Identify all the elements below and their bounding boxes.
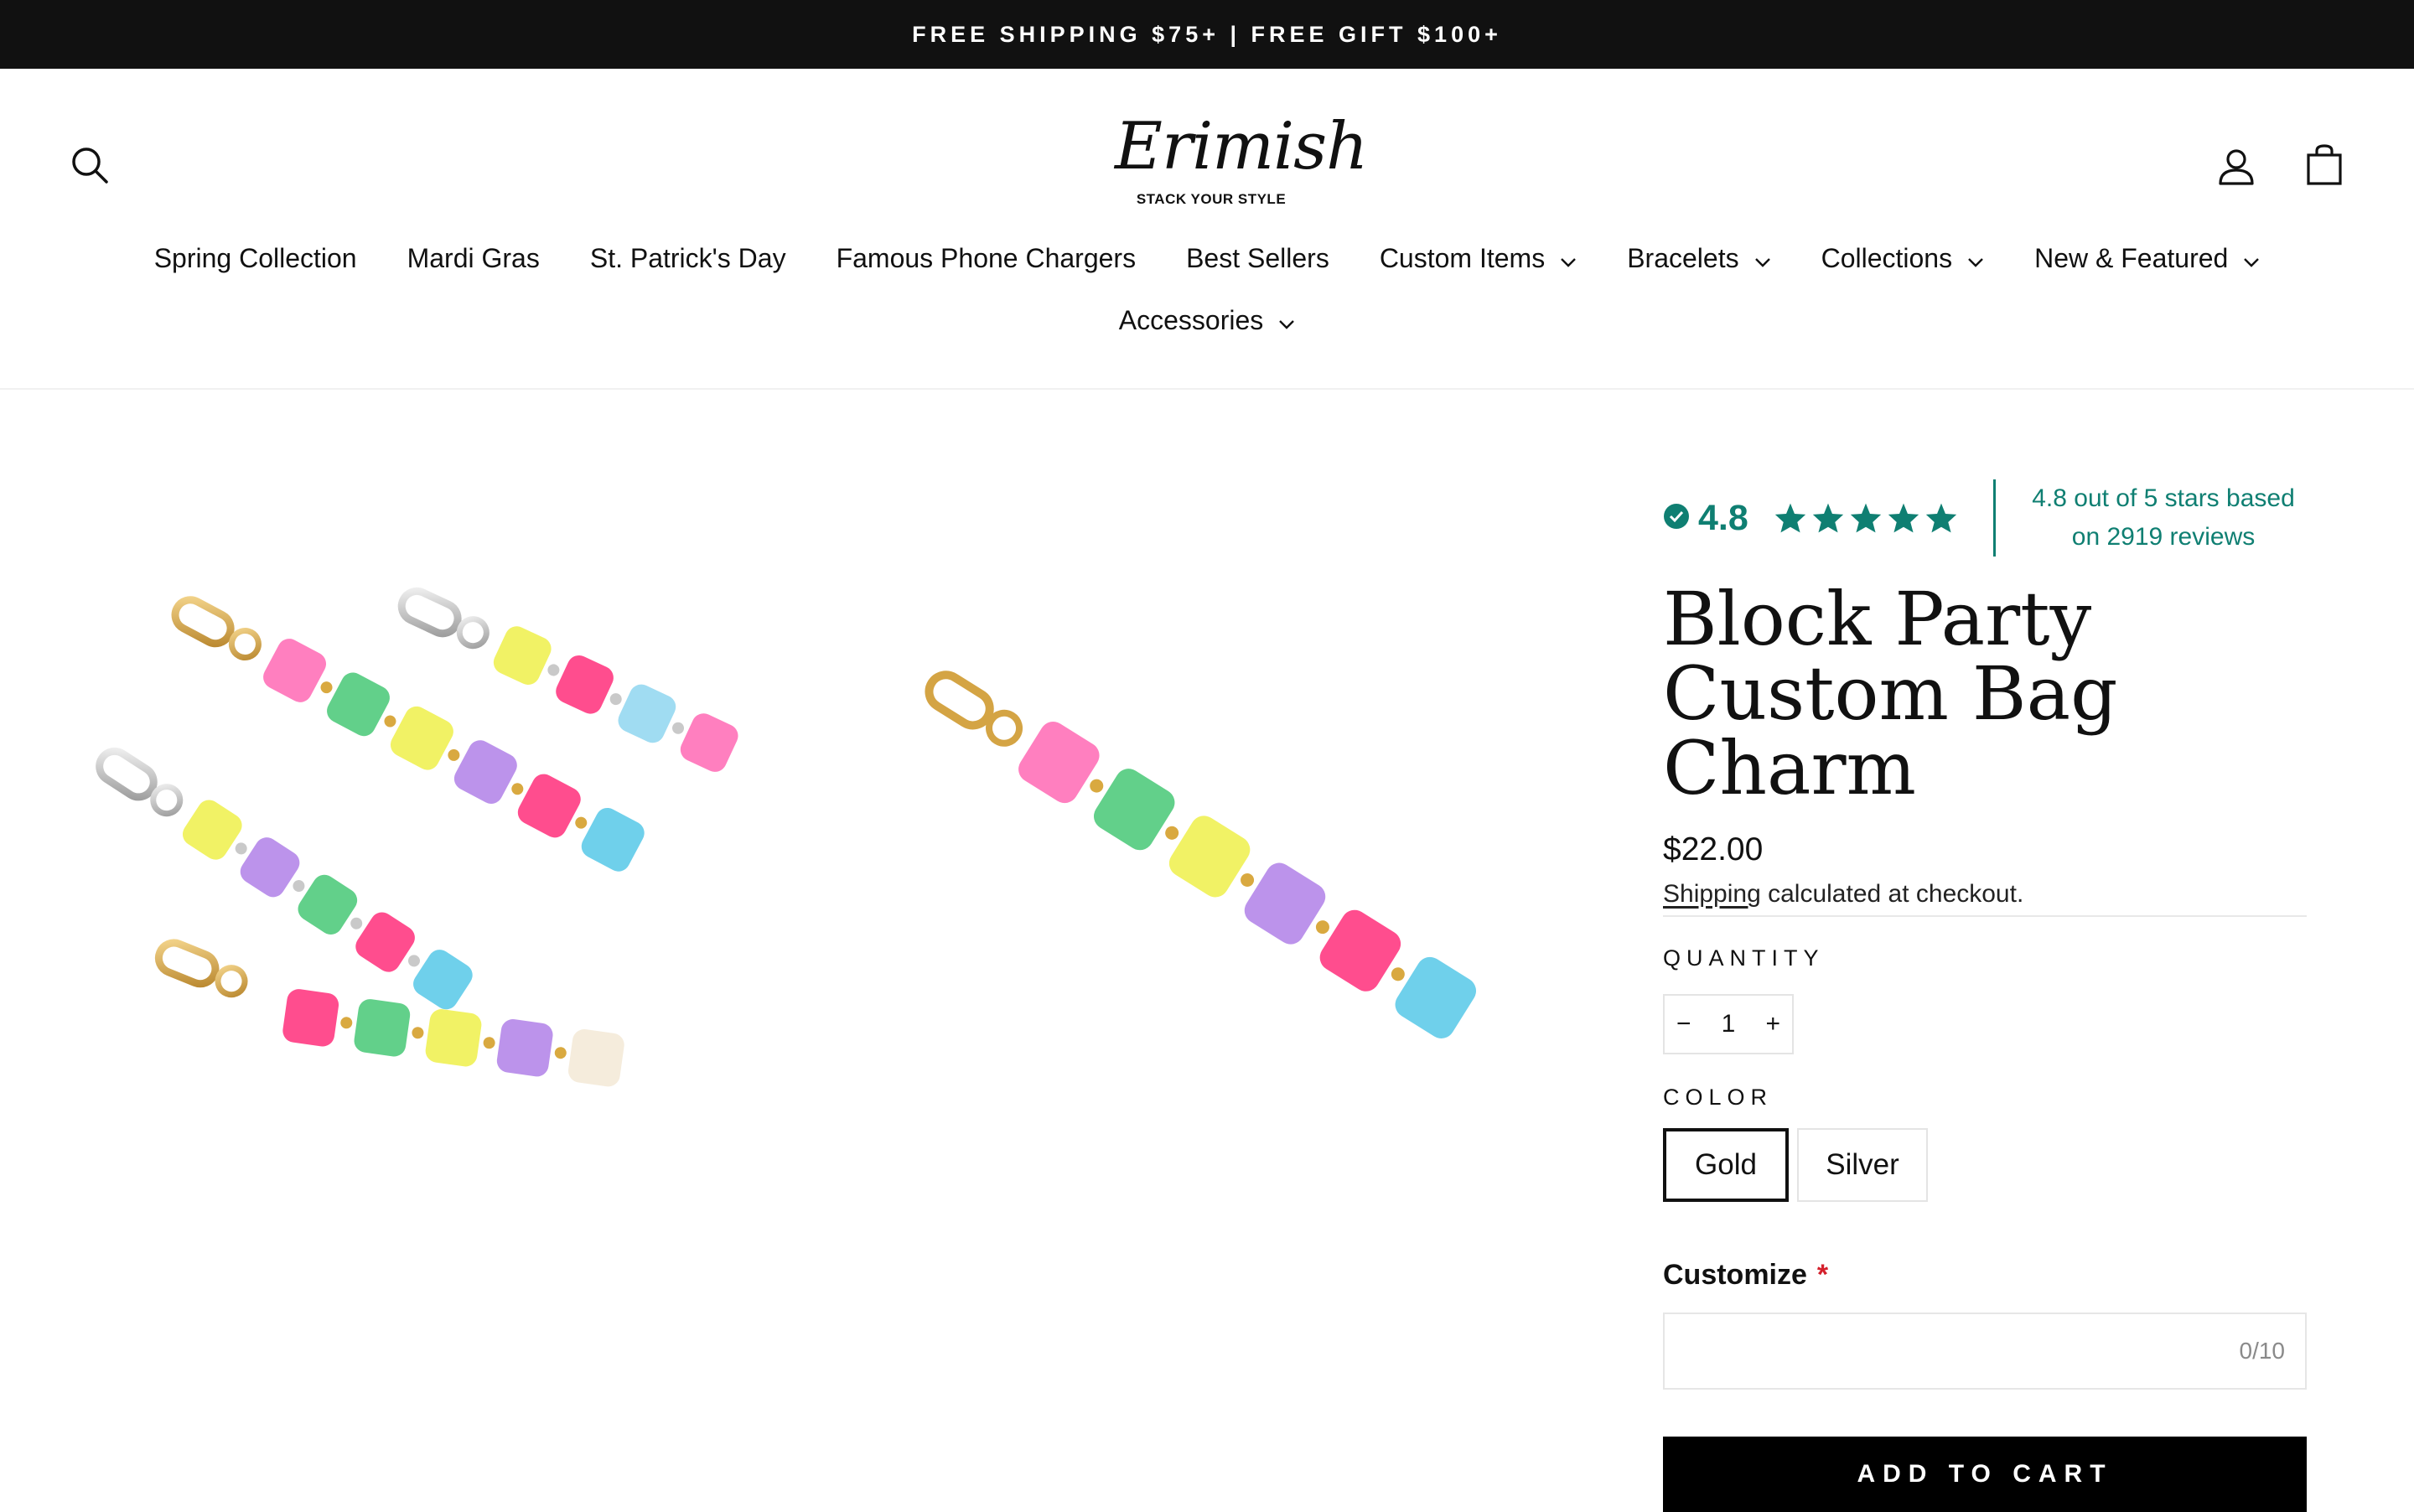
nav-item-st-patricks-day[interactable]: St. Patrick's Day [590, 243, 786, 274]
rating-stars [1774, 502, 1962, 534]
nav-item-new-featured[interactable]: New & Featured [2034, 243, 2260, 274]
header-divider [0, 388, 2414, 390]
product-title-line-2: Custom Bag [1663, 650, 2118, 737]
chevron-down-icon [1560, 243, 1577, 274]
chevron-down-icon [1967, 243, 1984, 274]
chevron-down-icon [2243, 243, 2260, 274]
quantity-value[interactable]: 1 [1722, 1010, 1736, 1038]
nav-item-custom-items[interactable]: Custom Items [1380, 243, 1577, 274]
quantity-stepper: − 1 + [1663, 994, 1794, 1054]
color-option-silver[interactable]: Silver [1797, 1128, 1928, 1202]
nav-item-label: Spring Collection [153, 243, 357, 273]
product-image-main[interactable] [84, 578, 805, 1148]
shipping-note-text: calculated at checkout. [1760, 880, 2024, 908]
quantity-increase-button[interactable]: + [1765, 1010, 1780, 1038]
add-to-cart-button[interactable]: ADD TO CART [1663, 1437, 2307, 1512]
shipping-link[interactable]: Shipping [1663, 880, 1761, 908]
bag-icon[interactable] [2307, 144, 2342, 186]
nav-item-label: Bracelets [1627, 243, 1739, 273]
rating-text-line-1: 4.8 out of 5 stars based [2032, 484, 2295, 512]
color-option-gold[interactable]: Gold [1663, 1128, 1789, 1202]
chevron-down-icon [1278, 305, 1295, 336]
site-logo[interactable]: Erimish STACK YOUR STYLE [1115, 109, 1368, 218]
chevron-down-icon [1754, 243, 1771, 274]
color-label: COLOR [1663, 1085, 1774, 1110]
nav-item-bracelets[interactable]: Bracelets [1627, 243, 1770, 274]
customize-label-text: Customize [1663, 1259, 1807, 1291]
nav-item-label: St. Patrick's Day [589, 243, 786, 273]
required-marker: * [1816, 1259, 1829, 1291]
charm-riley [96, 747, 473, 1010]
rating-text-line-2: on 2919 reviews [2071, 523, 2256, 551]
main-nav-row-2: Accessories [0, 305, 2414, 336]
customize-input[interactable]: 0/10 [1663, 1313, 2307, 1390]
quantity-decrease-button[interactable]: − [1676, 1010, 1691, 1038]
rating-summary[interactable]: 4.8 [1663, 479, 1962, 557]
customize-label: Customize * [1663, 1259, 1828, 1292]
rating-divider [1993, 479, 1996, 557]
logo-tagline: STACK YOUR STYLE [1136, 191, 1287, 207]
color-option-label: Gold [1695, 1148, 1757, 1181]
product-title: Block Party Custom Bag Charm [1663, 582, 2317, 805]
nav-item-accessories[interactable]: Accessories [1119, 305, 1296, 336]
verified-check-icon [1663, 503, 1690, 534]
nav-item-label: New & Featured [2034, 243, 2229, 273]
color-option-label: Silver [1826, 1148, 1899, 1181]
price-divider [1663, 915, 2307, 917]
nav-item-spring-collection[interactable]: Spring Collection [154, 243, 357, 274]
main-nav-row-1: Spring Collection Mardi Gras St. Patrick… [0, 243, 2414, 274]
nav-item-label: Mardi Gras [407, 243, 540, 273]
announcement-bar: FREE SHIPPING $75+ | FREE GIFT $100+ [0, 0, 2414, 69]
nav-item-label: Best Sellers [1186, 243, 1329, 273]
star-icon [1925, 503, 1956, 533]
product-price: $22.00 [1663, 831, 1764, 867]
nav-item-mardi-gras[interactable]: Mardi Gras [407, 243, 540, 274]
rating-value: 4.8 [1698, 497, 1748, 538]
nav-item-label: Accessories [1118, 305, 1264, 335]
nav-item-best-sellers[interactable]: Best Sellers [1186, 243, 1329, 274]
star-icon [1850, 503, 1881, 533]
star-icon [1812, 503, 1843, 533]
product-title-line-1: Block Party [1663, 576, 2092, 662]
quantity-label: QUANTITY [1663, 945, 1825, 971]
nav-item-famous-phone-chargers[interactable]: Famous Phone Chargers [837, 243, 1137, 274]
rating-description[interactable]: 4.8 out of 5 stars based on 2919 reviews [2008, 479, 2318, 557]
user-icon[interactable] [2218, 148, 2255, 186]
character-counter: 0/10 [2239, 1338, 2286, 1364]
star-icon [1888, 503, 1919, 533]
nav-item-label: Collections [1821, 243, 1953, 273]
charm-ericka-single [925, 671, 1477, 1038]
product-image-secondary[interactable] [905, 654, 1576, 1073]
nav-item-collections[interactable]: Collections [1821, 243, 1985, 274]
logo-wordmark: Erimish [1115, 109, 1368, 184]
nav-item-label: Famous Phone Chargers [836, 243, 1137, 273]
shipping-note: Shipping calculated at checkout. [1663, 880, 2023, 909]
add-to-cart-label: ADD TO CART [1857, 1460, 2113, 1488]
product-title-line-3: Charm [1663, 725, 1916, 811]
charm-misha [154, 939, 248, 998]
nav-item-label: Custom Items [1379, 243, 1546, 273]
star-icon [1774, 503, 1805, 533]
search-icon[interactable] [70, 146, 109, 184]
announcement-text: FREE SHIPPING $75+ | FREE GIFT $100+ [912, 21, 1502, 47]
